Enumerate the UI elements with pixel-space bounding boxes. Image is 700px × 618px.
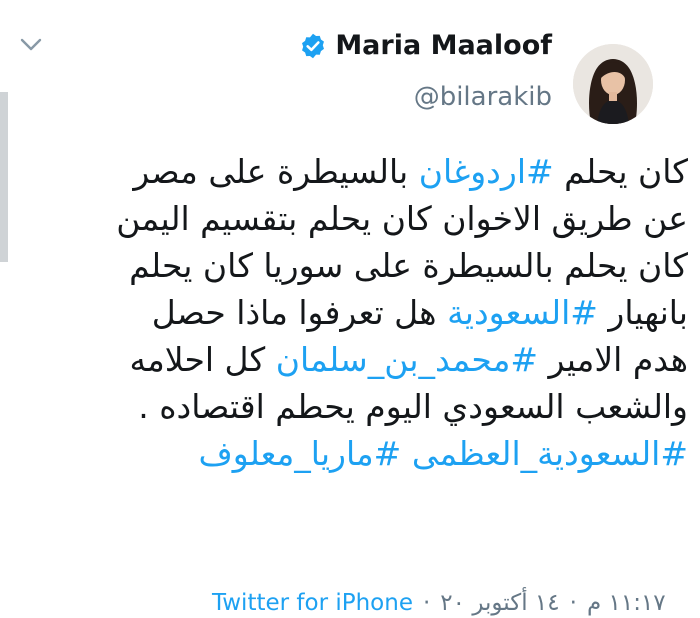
tweet-text-segment: هدم الامير [538, 340, 688, 379]
meta-separator: · [569, 590, 577, 616]
author-info[interactable]: Maria Maaloof [299, 30, 552, 61]
hashtag-link[interactable]: #محمد_بن_سلمان [276, 340, 538, 379]
tweet-line: بانهيار #السعودية هل تعرفوا ماذا حصل [18, 289, 688, 336]
tweet-line: عن طريق الاخوان كان يحلم بتقسيم اليمن [18, 195, 688, 242]
tweet-line: والشعب السعودي اليوم يحطم اقتصاده . [18, 383, 688, 430]
author-display-name[interactable]: Maria Maaloof [335, 30, 552, 61]
hashtag-link[interactable]: #اردوغان [419, 152, 554, 191]
tweet-text-segment: كان يحلم [553, 152, 688, 191]
tweet-text-segment: هل تعرفوا ماذا حصل [151, 293, 448, 332]
hashtag-link[interactable]: #السعودية_العظمى [412, 434, 688, 473]
tweet-meta: Twitter for iPhone · ١٤ أكتوبر ٢٠ · ١١:١… [212, 590, 666, 616]
tweet-line: هدم الامير #محمد_بن_سلمان كل احلامه [18, 336, 688, 383]
tweet-text-segment: كل احلامه [129, 340, 276, 379]
tweet-text-segment: بانهيار [597, 293, 688, 332]
chevron-down-icon[interactable] [18, 32, 44, 58]
tweet-text-segment: بالسيطرة على مصر [133, 152, 419, 191]
tweet-text-segment: عن طريق الاخوان كان يحلم بتقسيم اليمن [116, 199, 688, 238]
verified-badge-icon [299, 32, 327, 60]
avatar[interactable] [573, 44, 653, 124]
tweet-text: كان يحلم #اردوغان بالسيطرة على مصر عن طر… [18, 148, 688, 477]
author-handle[interactable]: @bilarakib [414, 82, 552, 112]
meta-separator: · [422, 590, 431, 616]
tweet-source-link[interactable]: Twitter for iPhone [212, 590, 413, 616]
tweet-time: ١١:١٧ م [586, 590, 666, 616]
tweet-line: كان يحلم #اردوغان بالسيطرة على مصر [18, 148, 688, 195]
hashtag-link[interactable]: #ماريا_معلوف [199, 434, 402, 473]
scrollbar[interactable] [0, 92, 8, 262]
tweet-text-segment [401, 434, 412, 473]
tweet-date: ١٤ أكتوبر ٢٠ [440, 590, 560, 616]
tweet-line: #السعودية_العظمى #ماريا_معلوف [18, 430, 689, 477]
tweet-line: كان يحلم بالسيطرة على سوريا كان يحلم [18, 242, 688, 289]
tweet-text-segment: والشعب السعودي اليوم يحطم اقتصاده . [138, 387, 688, 426]
tweet-text-segment: كان يحلم بالسيطرة على سوريا كان يحلم [129, 246, 688, 285]
hashtag-link[interactable]: #السعودية [447, 293, 598, 332]
